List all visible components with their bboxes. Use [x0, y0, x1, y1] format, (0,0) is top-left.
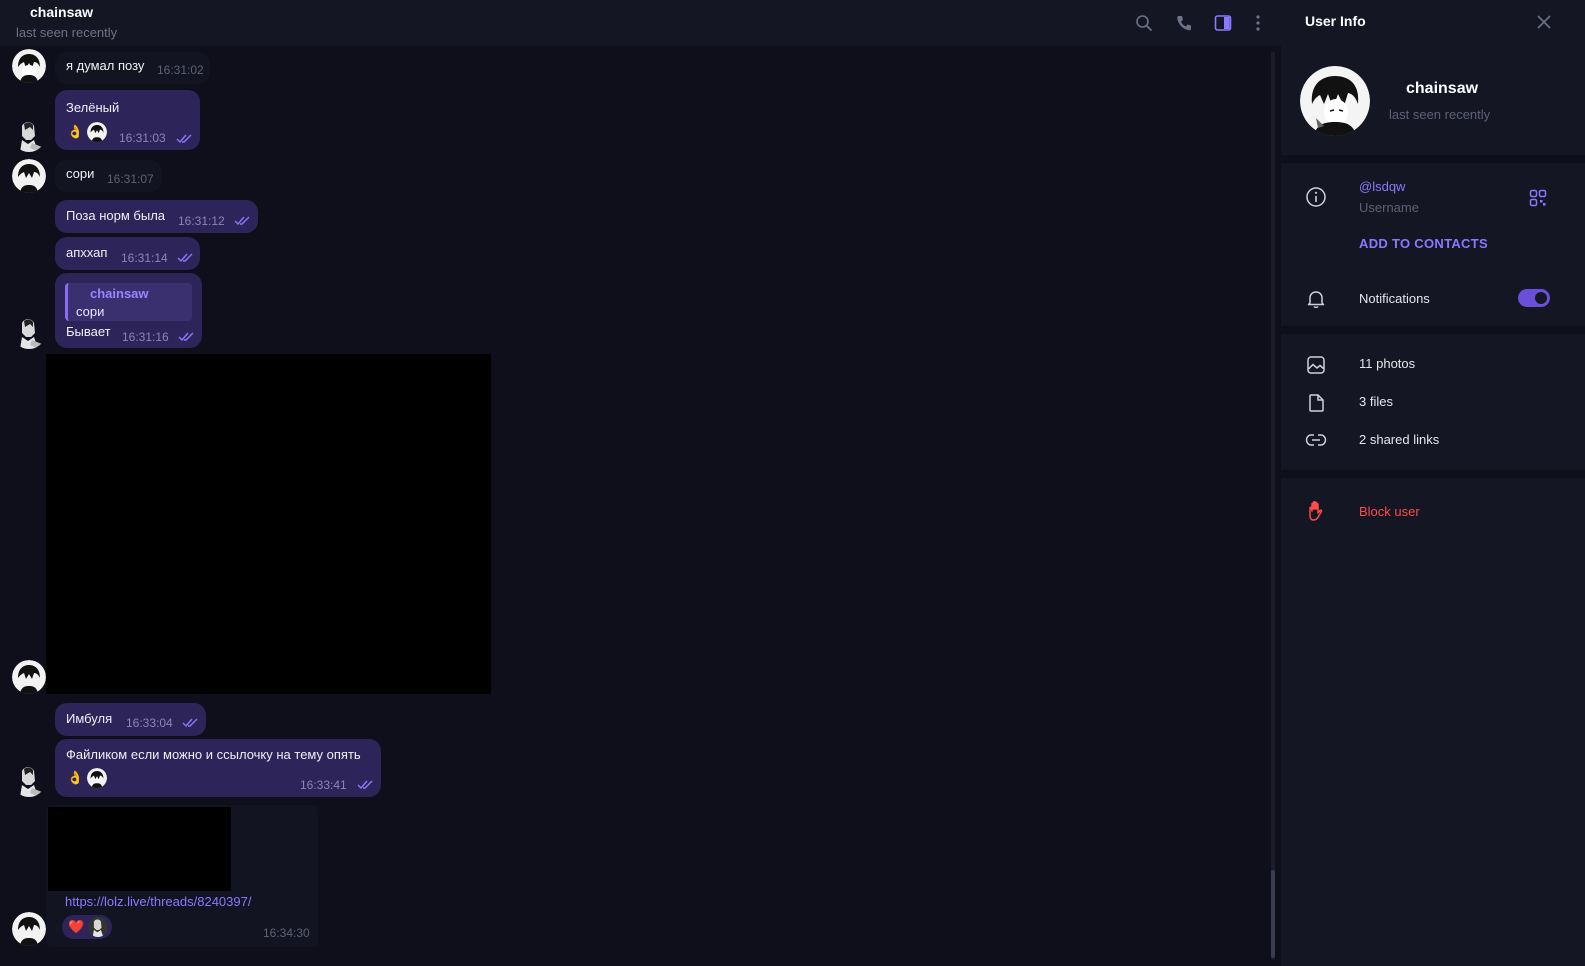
avatar[interactable] [12, 49, 46, 83]
reaction-emoji[interactable]: 👌 [67, 124, 83, 140]
message-bubble[interactable]: сори 16:31:07 [55, 160, 162, 192]
message-text: апхха­п [66, 245, 108, 260]
reply-author: chainsaw [90, 286, 149, 301]
message-bubble[interactable]: я думал позу 16:31:02 [55, 52, 210, 84]
chat-panel: chainsaw last seen recently я думал позу… [0, 0, 1281, 966]
profile-status: last seen recently [1389, 107, 1491, 122]
scrollbar-track[interactable] [1271, 52, 1275, 960]
link-message-bubble[interactable]: https://lolz.live/threads/8240397/ ❤️ 16… [46, 805, 318, 947]
message-text: Поза норм была [66, 208, 166, 223]
file-icon [1305, 392, 1327, 414]
read-checkmarks-icon [176, 134, 192, 144]
reaction-avatar [88, 917, 109, 937]
message-text: Зелёный [66, 100, 120, 115]
message-bubble[interactable]: Зелёный 👌 16:31:03 [55, 90, 200, 150]
message-text: сори [66, 166, 95, 181]
read-checkmarks-icon [177, 253, 193, 263]
reply-quote[interactable]: chainsaw сори [65, 283, 192, 321]
bell-icon [1305, 288, 1327, 310]
reactions[interactable]: 👌 [67, 768, 108, 788]
read-checkmarks-icon [178, 332, 194, 342]
notifications-toggle[interactable] [1518, 289, 1550, 307]
info-icon [1305, 186, 1327, 208]
hand-stop-icon [1305, 500, 1327, 522]
reaction-avatar [87, 768, 108, 788]
message-time: 16:34:30 [263, 926, 310, 940]
read-checkmarks-icon [357, 780, 373, 790]
message-time: 16:33:04 [126, 716, 173, 730]
separator [1281, 326, 1585, 334]
block-user-button[interactable]: Block user [1359, 504, 1420, 519]
separator [1281, 470, 1585, 478]
user-info-panel: User Info chainsaw last seen recently @l… [1281, 0, 1585, 966]
message-time: 16:31:14 [121, 251, 168, 265]
message-time: 16:31:02 [157, 63, 204, 77]
chat-status: last seen recently [16, 25, 118, 40]
sidebar-toggle-icon[interactable] [1212, 12, 1234, 34]
panel-title: User Info [1305, 13, 1366, 29]
chat-header[interactable]: chainsaw last seen recently [0, 0, 1281, 46]
message-text: я думал позу [66, 58, 145, 73]
search-icon[interactable] [1133, 12, 1155, 34]
link-icon [1305, 429, 1327, 451]
reactions[interactable]: 👌 [67, 122, 108, 142]
avatar[interactable] [12, 763, 46, 797]
message-text: Файликом если можно и ссылочку на тему о… [66, 747, 361, 762]
read-checkmarks-icon [182, 718, 198, 728]
reaction-avatar [87, 122, 108, 142]
message-time: 16:31:07 [107, 172, 154, 186]
message-time: 16:31:12 [178, 214, 225, 228]
reply-text: сори [76, 304, 105, 319]
notifications-label: Notifications [1359, 291, 1430, 306]
reaction-emoji[interactable]: ❤️ [68, 919, 84, 935]
read-checkmarks-icon [234, 216, 250, 226]
avatar[interactable] [12, 118, 46, 152]
profile-avatar[interactable] [1300, 66, 1370, 136]
add-to-contacts-button[interactable]: ADD TO CONTACTS [1359, 236, 1488, 251]
shared-links-link[interactable]: 2 shared links [1359, 432, 1439, 447]
media-image[interactable] [46, 354, 491, 694]
message-bubble[interactable]: Поза норм была 16:31:12 [55, 200, 258, 233]
chat-title[interactable]: chainsaw [30, 4, 93, 20]
more-menu-icon[interactable] [1247, 12, 1269, 34]
shared-photos-link[interactable]: 11 photos [1359, 356, 1415, 371]
message-bubble[interactable]: Имбуля 16:33:04 [55, 703, 206, 736]
close-icon[interactable] [1535, 13, 1553, 31]
message-bubble[interactable]: апхха­п 16:31:14 [55, 237, 200, 270]
telegram-window: chainsaw last seen recently я думал позу… [0, 0, 1585, 966]
avatar[interactable] [12, 315, 46, 349]
message-time: 16:31:16 [122, 330, 169, 344]
separator [1281, 155, 1585, 163]
avatar[interactable] [12, 660, 46, 694]
profile-name: chainsaw [1406, 80, 1479, 97]
message-time: 16:31:03 [119, 131, 166, 145]
message-bubble[interactable]: Файликом если можно и ссылочку на тему о… [55, 739, 381, 797]
reactions[interactable]: ❤️ [62, 915, 113, 939]
link-preview-image[interactable] [48, 807, 231, 891]
phone-icon[interactable] [1173, 12, 1195, 34]
username-label: Username [1359, 200, 1419, 215]
avatar[interactable] [12, 159, 46, 193]
username-link[interactable]: @lsdqw [1359, 179, 1405, 194]
message-bubble[interactable]: chainsaw сори Бывает 16:31:16 [55, 273, 202, 348]
scrollbar-thumb[interactable] [1271, 870, 1275, 958]
message-time: 16:33:41 [300, 778, 347, 792]
message-text: Имбуля [66, 711, 113, 726]
photo-icon [1305, 354, 1327, 376]
qr-code-icon[interactable] [1529, 189, 1547, 207]
message-link[interactable]: https://lolz.live/threads/8240397/ [65, 894, 251, 909]
message-text: Бывает [66, 324, 111, 339]
toggle-knob [1535, 292, 1547, 304]
shared-files-link[interactable]: 3 files [1359, 394, 1393, 409]
avatar[interactable] [12, 912, 46, 946]
reaction-emoji[interactable]: 👌 [67, 770, 83, 786]
